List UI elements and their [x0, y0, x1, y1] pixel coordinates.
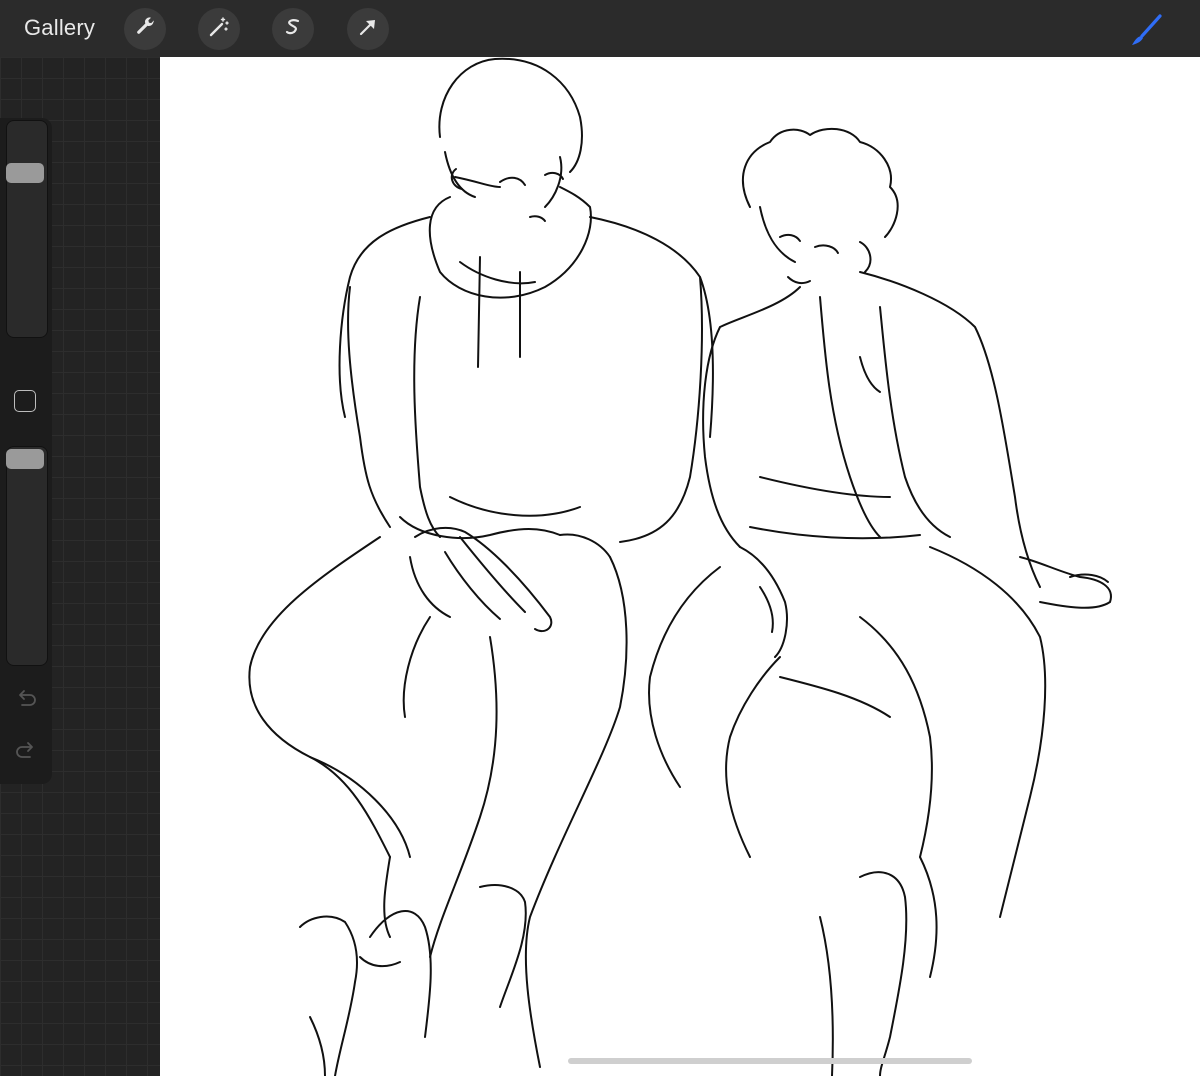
redo-icon [13, 742, 39, 766]
home-indicator [568, 1058, 972, 1064]
line-art-sketch [248, 57, 1112, 1076]
brush-icon [1124, 14, 1168, 56]
actions-button[interactable] [124, 8, 166, 50]
sidebar [0, 118, 52, 784]
adjustments-button[interactable] [198, 8, 240, 50]
opacity-slider[interactable] [6, 446, 48, 666]
brush-size-slider[interactable] [6, 120, 48, 338]
modify-button[interactable] [14, 390, 36, 412]
brush-size-thumb[interactable] [6, 163, 44, 184]
arrow-cursor-icon [356, 15, 380, 44]
selection-button[interactable] [272, 8, 314, 50]
wrench-icon [133, 15, 157, 44]
selection-s-icon [281, 15, 305, 44]
magic-wand-icon [207, 15, 231, 44]
transform-button[interactable] [347, 8, 389, 50]
opacity-thumb[interactable] [6, 449, 44, 469]
gallery-button[interactable]: Gallery [24, 15, 95, 41]
drawing-canvas[interactable] [160, 57, 1200, 1076]
redo-button[interactable] [13, 736, 39, 762]
brush-button[interactable] [1124, 8, 1168, 52]
undo-button[interactable] [13, 686, 39, 712]
top-toolbar: Gallery [0, 0, 1200, 57]
undo-icon [13, 690, 39, 716]
